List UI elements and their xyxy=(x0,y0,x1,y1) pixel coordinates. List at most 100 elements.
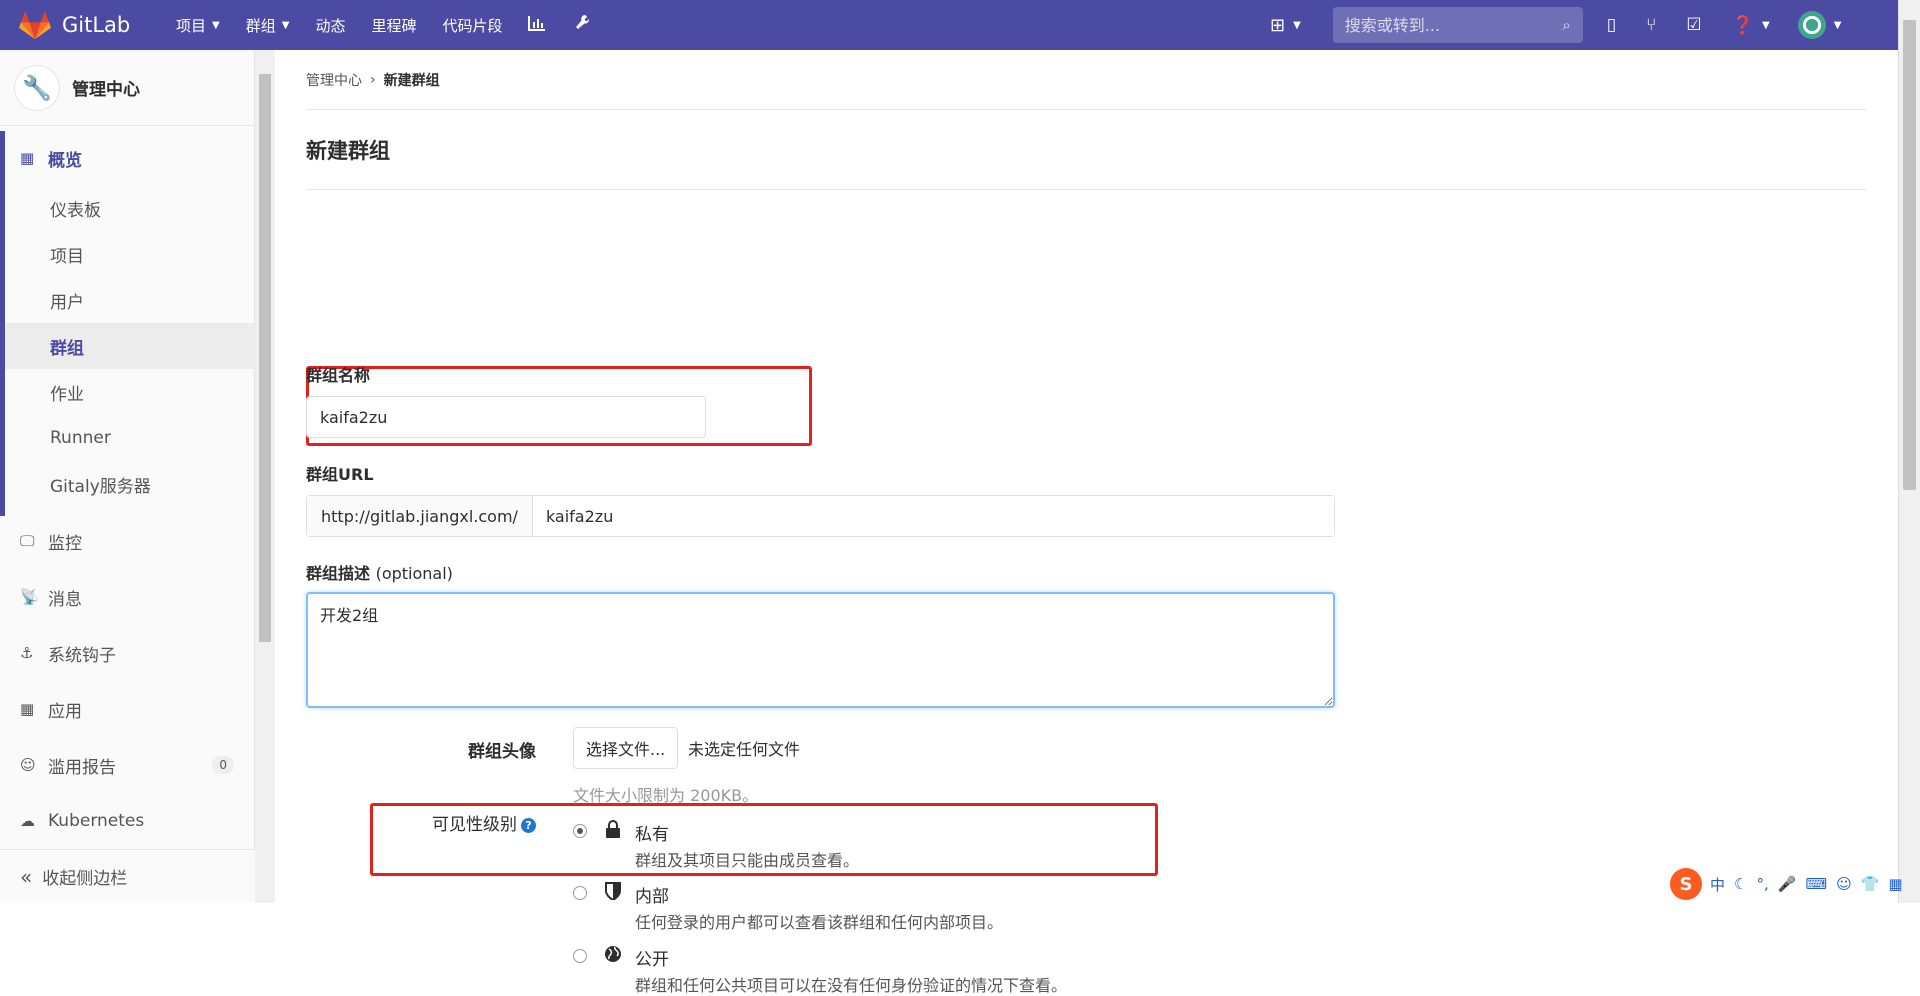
nav-snippets-link[interactable]: 代码片段 xyxy=(442,15,502,36)
user-menu-dropdown[interactable]: ▼ xyxy=(1797,11,1842,39)
sidebar-item-overview[interactable]: ▦ 概览 xyxy=(0,131,254,185)
breadcrumb: 管理中心 › 新建群组 xyxy=(306,50,1866,110)
question-circle-icon[interactable]: ? xyxy=(521,817,536,833)
sogou-ime-icon[interactable]: S xyxy=(1670,868,1702,900)
sidebar-item-messages[interactable]: 📡 消息 xyxy=(0,569,254,625)
avatar xyxy=(1797,11,1826,39)
radio-internal[interactable] xyxy=(573,886,587,900)
sidebar-item-monitoring[interactable]: 🖵 监控 xyxy=(0,513,254,569)
search-input[interactable] xyxy=(1344,15,1545,35)
sidebar-item-system-hooks[interactable]: ⚓ 系统钩子 xyxy=(0,625,254,681)
wrench-icon: 🔧 xyxy=(14,64,60,111)
file-status-text: 未选定任何文件 xyxy=(688,740,801,759)
moon-icon[interactable]: ☾ xyxy=(1734,875,1747,893)
apps-icon: ▦ xyxy=(20,700,35,718)
optional-hint: (optional) xyxy=(375,564,453,583)
user-settings-icon[interactable]: ☺ xyxy=(1836,875,1852,893)
group-url-field: http://gitlab.jiangxl.com/ xyxy=(306,495,1335,537)
page-scrollbar[interactable] xyxy=(1898,0,1920,903)
microphone-icon[interactable]: 🎤 xyxy=(1778,875,1797,893)
sidebar-item-abuse-reports[interactable]: ☺ 滥用报告 0 xyxy=(0,737,254,793)
sidebar-subitem-projects[interactable]: 项目 xyxy=(0,231,254,277)
sidebar-subitem-users[interactable]: 用户 xyxy=(0,277,254,323)
wrench-icon[interactable] xyxy=(574,14,590,37)
new-dropdown-button[interactable]: ⊞ ▼ xyxy=(1270,15,1301,36)
group-url-label: 群组URL xyxy=(306,465,374,484)
page-scrollbar-thumb[interactable] xyxy=(1903,20,1916,490)
chevron-down-icon: ▼ xyxy=(212,19,220,31)
todo-check-icon[interactable]: ☑ xyxy=(1686,15,1701,35)
visibility-option-title: 内部 xyxy=(635,887,669,907)
visibility-option-desc: 任何登录的用户都可以查看该群组和任何内部项目。 xyxy=(635,913,1004,932)
help-dropdown[interactable]: ❓ ▼ xyxy=(1732,15,1770,36)
sidebar-subitem-runners[interactable]: Runner xyxy=(0,415,254,461)
panel-toggle-icon[interactable]: ▯ xyxy=(1607,15,1616,35)
sidebar-item-label: 应用 xyxy=(48,701,82,722)
grid-icon[interactable]: ▦ xyxy=(1888,875,1902,893)
collapse-sidebar-button[interactable]: « 收起侧边栏 xyxy=(0,849,255,903)
radio-private[interactable] xyxy=(573,824,587,838)
choose-file-button[interactable]: 选择文件... xyxy=(573,727,679,769)
sidebar-item-label: 滥用报告 xyxy=(48,757,116,778)
chevron-right-icon: › xyxy=(370,71,376,88)
search-icon: ⌕ xyxy=(1562,16,1571,34)
sidebar-scrollbar[interactable] xyxy=(255,50,275,903)
chevron-down-icon: ▼ xyxy=(1293,19,1301,31)
radio-public[interactable] xyxy=(573,949,587,963)
breadcrumb-current[interactable]: 新建群组 xyxy=(384,70,440,90)
visibility-option-public[interactable]: 公开 群组和任何公共项目可以在没有任何身份验证的情况下查看。 xyxy=(573,945,1067,996)
sidebar-item-label: 监控 xyxy=(48,533,82,554)
nav-projects-label: 项目 xyxy=(176,16,207,35)
nav-groups-dropdown[interactable]: 群组 ▼ xyxy=(246,15,290,36)
cloud-gear-icon: ☁ xyxy=(20,812,35,830)
punctuation-icon[interactable]: °, xyxy=(1756,875,1768,893)
shield-icon xyxy=(603,882,623,933)
group-url-input[interactable] xyxy=(532,496,1334,536)
sidebar-subitem-gitaly[interactable]: Gitaly服务器 xyxy=(0,461,254,507)
sidebar-overview-section: ▦ 概览 仪表板 项目 用户 群组 作业 Runner Gitaly服务器 xyxy=(0,131,254,516)
broadcast-icon: 📡 xyxy=(20,588,39,606)
group-name-label: 群组名称 xyxy=(306,366,371,385)
ime-mode-label[interactable]: 中 xyxy=(1710,874,1725,895)
chevron-down-icon: ▼ xyxy=(281,19,290,31)
merge-request-icon[interactable]: ⑂ xyxy=(1646,15,1656,35)
visibility-label: 可见性级别? xyxy=(306,810,536,835)
chevron-down-icon: ▼ xyxy=(1833,19,1842,31)
group-name-input[interactable] xyxy=(306,396,706,438)
group-description-textarea[interactable]: 开发2组 xyxy=(306,592,1335,708)
nav-activity-link[interactable]: 动态 xyxy=(315,15,345,36)
group-url-prefix: http://gitlab.jiangxl.com/ xyxy=(307,496,533,536)
sidebar-subitem-groups[interactable]: 群组 xyxy=(0,323,254,369)
ime-tray: S 中 ☾ °, 🎤 ⌨ ☺ 👕 ▦ xyxy=(1670,868,1912,900)
visibility-option-title: 私有 xyxy=(635,825,669,845)
sidebar-item-label: Kubernetes xyxy=(48,811,145,831)
keyboard-icon[interactable]: ⌨ xyxy=(1805,875,1827,893)
sidebar-subitem-jobs[interactable]: 作业 xyxy=(0,369,254,415)
search-box[interactable]: ⌕ xyxy=(1332,7,1583,43)
grid-icon: ▦ xyxy=(20,149,35,167)
chart-icon[interactable] xyxy=(528,15,546,36)
page-title: 新建群组 xyxy=(306,110,1866,190)
breadcrumb-root-link[interactable]: 管理中心 xyxy=(306,70,362,90)
top-navbar: GitLab 项目 ▼ 群组▼ 动态 里程碑 代码片段 ⊞▼ ⌕ xyxy=(0,0,1898,50)
visibility-option-desc: 群组和任何公共项目可以在没有任何身份验证的情况下查看。 xyxy=(635,976,1068,995)
count-badge: 0 xyxy=(212,756,234,774)
sidebar-item-applications[interactable]: ▦ 应用 xyxy=(0,681,254,737)
sidebar-item-label: 系统钩子 xyxy=(48,645,116,666)
visibility-option-internal[interactable]: 内部 任何登录的用户都可以查看该群组和任何内部项目。 xyxy=(573,882,1003,933)
smile-icon: ☺ xyxy=(20,756,36,774)
sidebar-scrollbar-thumb[interactable] xyxy=(259,74,271,642)
chevron-down-icon: ▼ xyxy=(1762,19,1770,31)
sidebar-header[interactable]: 🔧 管理中心 xyxy=(0,50,254,126)
globe-icon xyxy=(603,945,623,996)
sidebar-subitem-dashboard[interactable]: 仪表板 xyxy=(0,185,254,231)
main-content: 管理中心 › 新建群组 新建群组 群组名称 群组URL http://gitla… xyxy=(306,50,1866,995)
nav-projects-dropdown[interactable]: 项目 ▼ xyxy=(176,15,220,36)
skin-icon[interactable]: 👕 xyxy=(1861,875,1880,893)
nav-milestones-link[interactable]: 里程碑 xyxy=(371,15,416,36)
brand-home-link[interactable]: GitLab xyxy=(18,10,158,40)
visibility-option-private[interactable]: 私有 群组及其项目只能由成员查看。 xyxy=(573,820,859,871)
nav-snippets-label: 代码片段 xyxy=(442,16,503,35)
sidebar-item-kubernetes[interactable]: ☁ Kubernetes xyxy=(0,793,254,849)
brand-name: GitLab xyxy=(62,13,131,37)
